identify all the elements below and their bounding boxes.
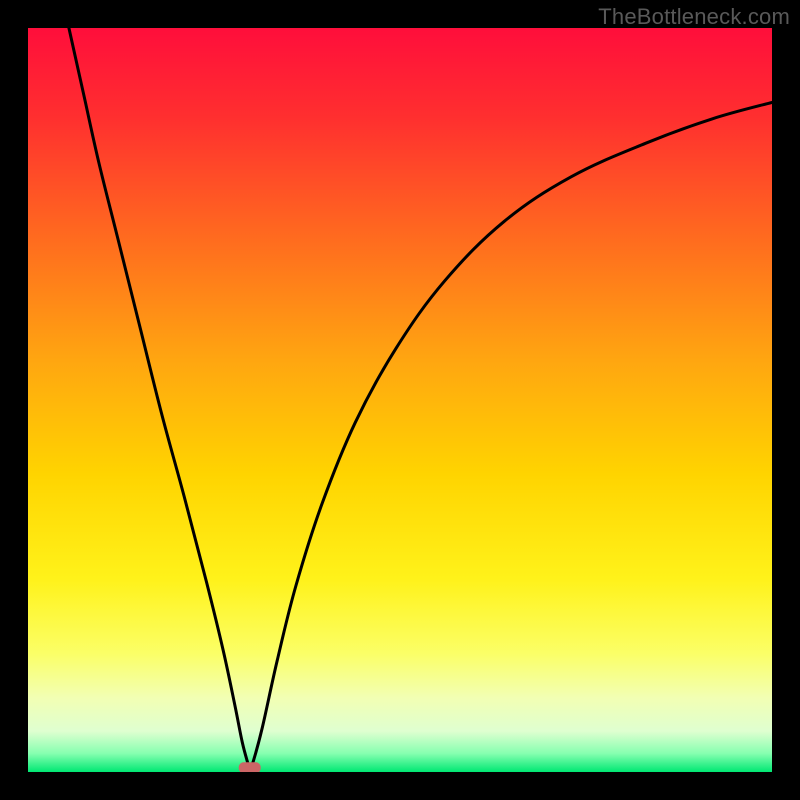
- chart-svg: [28, 28, 772, 772]
- dip-marker: [239, 762, 261, 772]
- chart-frame: TheBottleneck.com: [0, 0, 800, 800]
- chart-plot-area: [28, 28, 772, 772]
- chart-background: [28, 28, 772, 772]
- watermark-text: TheBottleneck.com: [598, 4, 790, 30]
